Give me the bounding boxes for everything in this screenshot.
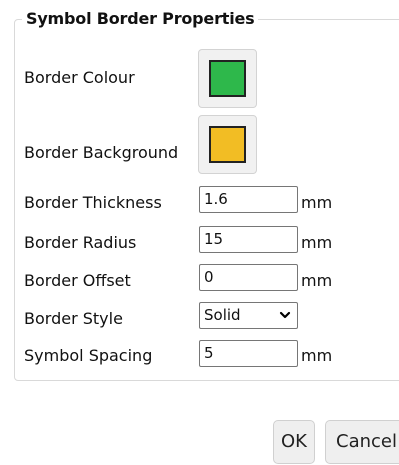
border-thickness-label: Border Thickness [24, 193, 162, 212]
border-style-label: Border Style [24, 309, 123, 328]
border-thickness-unit: mm [301, 193, 333, 212]
border-background-label: Border Background [24, 143, 179, 162]
border-style-select[interactable]: Solid [199, 302, 298, 329]
border-colour-label: Border Colour [24, 68, 135, 87]
symbol-spacing-label: Symbol Spacing [24, 346, 153, 365]
section-title: Symbol Border Properties [22, 9, 259, 28]
cancel-button[interactable]: Cancel [325, 420, 399, 464]
border-radius-input[interactable]: 15 [199, 226, 298, 253]
border-offset-label: Border Offset [24, 271, 131, 290]
border-background-button[interactable] [198, 115, 257, 174]
border-colour-button[interactable] [198, 49, 257, 108]
symbol-spacing-unit: mm [301, 346, 333, 365]
border-offset-unit: mm [301, 271, 333, 290]
border-thickness-input[interactable]: 1.6 [199, 186, 298, 213]
symbol-spacing-input[interactable]: 5 [199, 340, 298, 367]
border-radius-unit: mm [301, 233, 333, 252]
border-colour-swatch [209, 60, 246, 97]
ok-button[interactable]: OK [273, 420, 315, 464]
border-radius-label: Border Radius [24, 233, 137, 252]
border-offset-input[interactable]: 0 [199, 264, 298, 291]
border-background-swatch [209, 126, 246, 163]
border-style-selected: Solid [204, 306, 241, 324]
chevron-down-icon [279, 311, 291, 319]
